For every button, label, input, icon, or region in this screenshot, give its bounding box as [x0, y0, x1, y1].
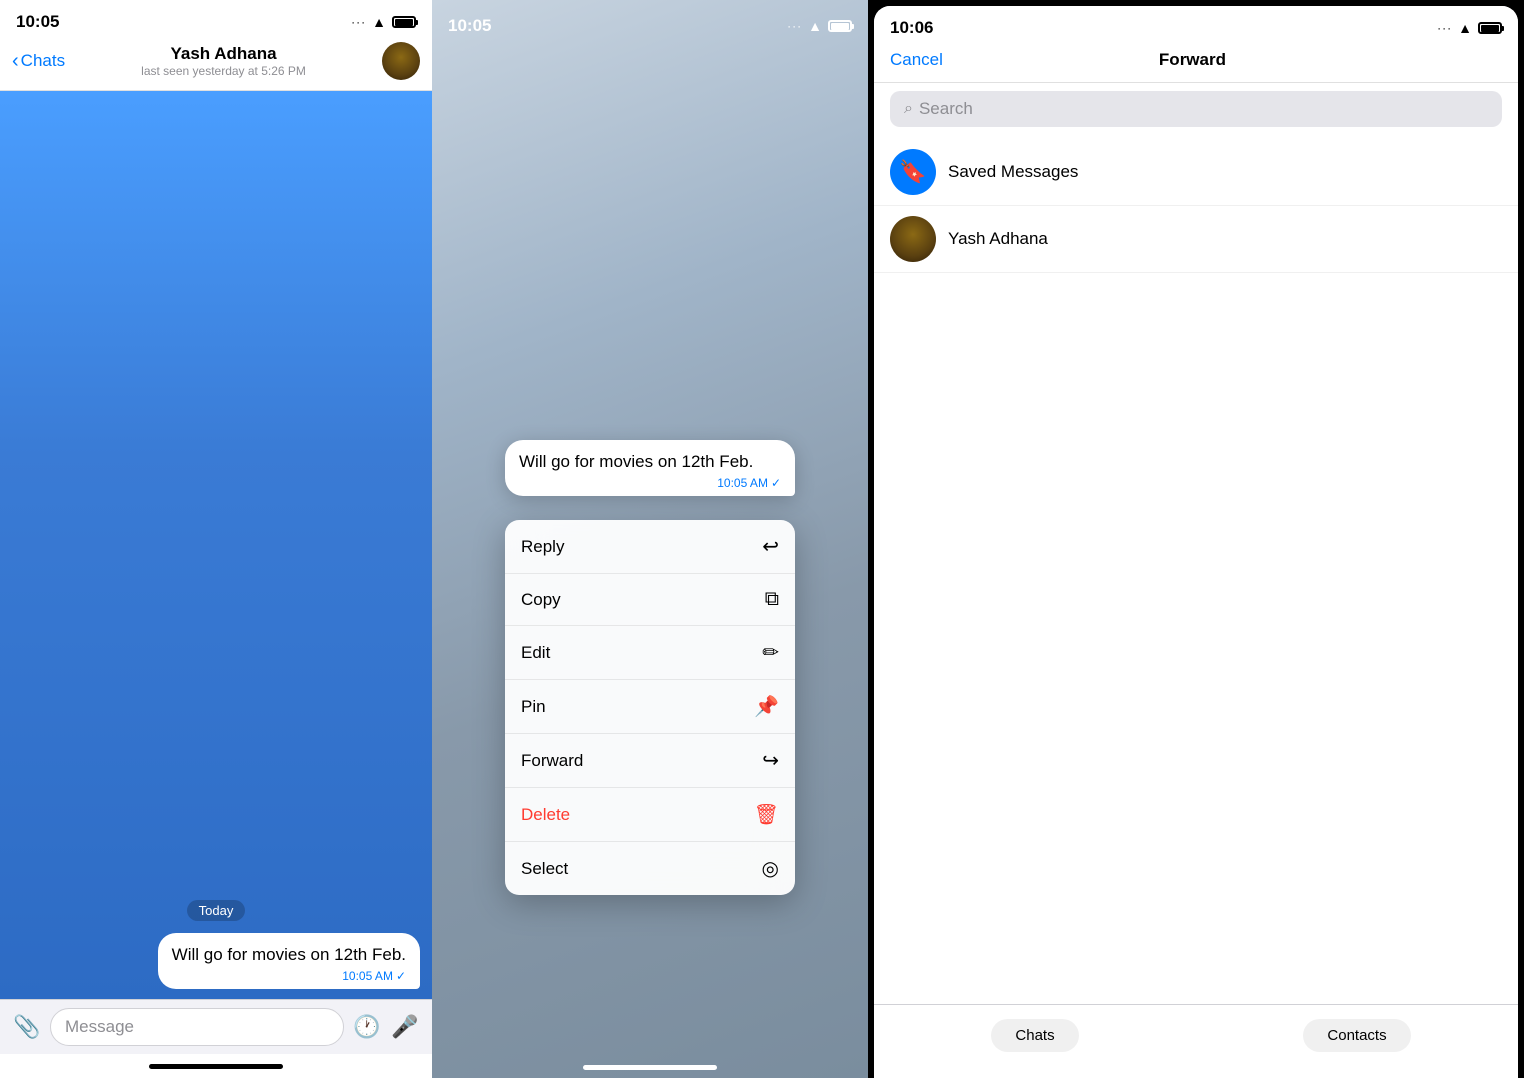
- wifi-icon-3: ▲: [1458, 20, 1472, 36]
- preview-time: 10:05 AM: [717, 476, 768, 490]
- signal-icon-1: ···: [351, 15, 366, 29]
- contacts-list: 🔖 Saved Messages Yash Adhana: [874, 139, 1518, 1004]
- chats-tab-button[interactable]: Chats: [991, 1019, 1078, 1052]
- status-time-2: 10:05: [448, 16, 491, 36]
- forward-title: Forward: [1159, 50, 1226, 70]
- battery-icon-1: [392, 16, 416, 28]
- reply-icon: ↩: [762, 534, 779, 559]
- back-label: Chats: [21, 51, 65, 71]
- search-container: ⌕ Search: [874, 83, 1518, 139]
- contact-avatar[interactable]: [382, 42, 420, 80]
- back-chevron-icon: ‹: [12, 50, 19, 73]
- home-indicator-1: [0, 1054, 432, 1078]
- search-placeholder: Search: [919, 99, 973, 119]
- search-bar[interactable]: ⌕ Search: [890, 91, 1502, 127]
- preview-meta: 10:05 AM ✓: [519, 476, 781, 490]
- select-label: Select: [521, 859, 568, 879]
- home-bar-2: [583, 1065, 717, 1070]
- preview-text: Will go for movies on 12th Feb.: [519, 450, 781, 474]
- back-button[interactable]: ‹ Chats: [12, 50, 65, 73]
- message-preview: Will go for movies on 12th Feb. 10:05 AM…: [505, 440, 795, 496]
- bottom-tabs: Chats Contacts: [874, 1004, 1518, 1078]
- select-icon: ◎: [762, 856, 779, 881]
- context-forward[interactable]: Forward ↪: [505, 734, 795, 788]
- forward-panel: 10:06 ··· ▲ Cancel Forward ⌕ Search: [868, 0, 1524, 1078]
- bookmark-icon: 🔖: [899, 159, 926, 185]
- context-reply[interactable]: Reply ↩: [505, 520, 795, 574]
- sticker-icon[interactable]: 🕐: [352, 1012, 382, 1042]
- context-menu: Reply ↩ Copy ⧉ Edit ✏ Pin 📌 Forward ↪ De…: [505, 520, 795, 895]
- message-time: 10:05 AM: [342, 969, 393, 983]
- message-checkmark: ✓: [396, 969, 406, 983]
- context-copy[interactable]: Copy ⧉: [505, 574, 795, 626]
- contact-saved-messages[interactable]: 🔖 Saved Messages: [874, 139, 1518, 206]
- status-time-3: 10:06: [890, 18, 933, 38]
- edit-label: Edit: [521, 643, 550, 663]
- status-bar-2: 10:05 ··· ▲: [432, 0, 868, 44]
- nav-bar-1: ‹ Chats Yash Adhana last seen yesterday …: [0, 36, 432, 91]
- message-text: Will go for movies on 12th Feb.: [172, 943, 406, 967]
- delete-label: Delete: [521, 805, 570, 825]
- saved-messages-avatar: 🔖: [890, 149, 936, 195]
- copy-label: Copy: [521, 590, 561, 610]
- edit-icon: ✏: [762, 640, 779, 665]
- status-icons-2: ··· ▲: [787, 18, 852, 34]
- battery-icon-3: [1478, 22, 1502, 34]
- input-bar: 📎 Message 🕐 🎤: [0, 999, 432, 1054]
- message-meta: 10:05 AM ✓: [172, 969, 406, 983]
- chat-background: Today Will go for movies on 12th Feb. 10…: [0, 91, 432, 999]
- chat-panel: 10:05 ··· ▲ ‹ Chats Yash Adhana last see…: [0, 0, 432, 1078]
- copy-icon: ⧉: [765, 588, 779, 611]
- message-input[interactable]: Message: [50, 1008, 344, 1046]
- reply-label: Reply: [521, 537, 564, 557]
- context-edit[interactable]: Edit ✏: [505, 626, 795, 680]
- contact-yash[interactable]: Yash Adhana: [874, 206, 1518, 273]
- signal-icon-3: ···: [1437, 21, 1452, 35]
- pin-label: Pin: [521, 697, 546, 717]
- search-icon: ⌕: [904, 100, 913, 118]
- home-indicator-2: [583, 1065, 717, 1070]
- nav-center: Yash Adhana last seen yesterday at 5:26 …: [141, 44, 306, 78]
- cancel-button[interactable]: Cancel: [890, 50, 943, 70]
- wifi-icon-2: ▲: [808, 18, 822, 34]
- status-icons-1: ··· ▲: [351, 14, 416, 30]
- delete-icon: 🗑: [754, 802, 779, 827]
- pin-icon: 📌: [754, 694, 779, 719]
- contacts-tab[interactable]: Contacts: [1196, 1013, 1518, 1058]
- message-bubble[interactable]: Will go for movies on 12th Feb. 10:05 AM…: [158, 933, 420, 989]
- context-select[interactable]: Select ◎: [505, 842, 795, 895]
- status-icons-3: ··· ▲: [1437, 20, 1502, 36]
- chats-tab[interactable]: Chats: [874, 1013, 1196, 1058]
- status-bar-3: 10:06 ··· ▲: [874, 6, 1518, 42]
- status-time-1: 10:05: [16, 12, 59, 32]
- context-delete[interactable]: Delete 🗑: [505, 788, 795, 842]
- forward-icon: ↪: [762, 748, 779, 773]
- attachment-icon[interactable]: 📎: [12, 1012, 42, 1042]
- signal-icon-2: ···: [787, 19, 802, 33]
- status-bar-1: 10:05 ··· ▲: [0, 0, 432, 36]
- saved-messages-name: Saved Messages: [948, 162, 1078, 182]
- date-badge: Today: [187, 900, 246, 921]
- yash-name: Yash Adhana: [948, 229, 1048, 249]
- context-panel: 10:05 ··· ▲ Will go for movies on 12th F…: [432, 0, 868, 1078]
- context-pin[interactable]: Pin 📌: [505, 680, 795, 734]
- avatar-image: [382, 42, 420, 80]
- contact-name: Yash Adhana: [170, 44, 276, 64]
- battery-icon-2: [828, 20, 852, 32]
- forward-inner: 10:06 ··· ▲ Cancel Forward ⌕ Search: [874, 6, 1518, 1078]
- forward-nav: Cancel Forward: [874, 42, 1518, 83]
- audio-icon[interactable]: 🎤: [390, 1012, 420, 1042]
- preview-checkmark: ✓: [771, 476, 781, 490]
- wifi-icon-1: ▲: [372, 14, 386, 30]
- home-bar-1: [149, 1064, 283, 1069]
- yash-avatar: [890, 216, 936, 262]
- last-seen: last seen yesterday at 5:26 PM: [141, 64, 306, 78]
- forward-label: Forward: [521, 751, 583, 771]
- contacts-tab-button[interactable]: Contacts: [1303, 1019, 1410, 1052]
